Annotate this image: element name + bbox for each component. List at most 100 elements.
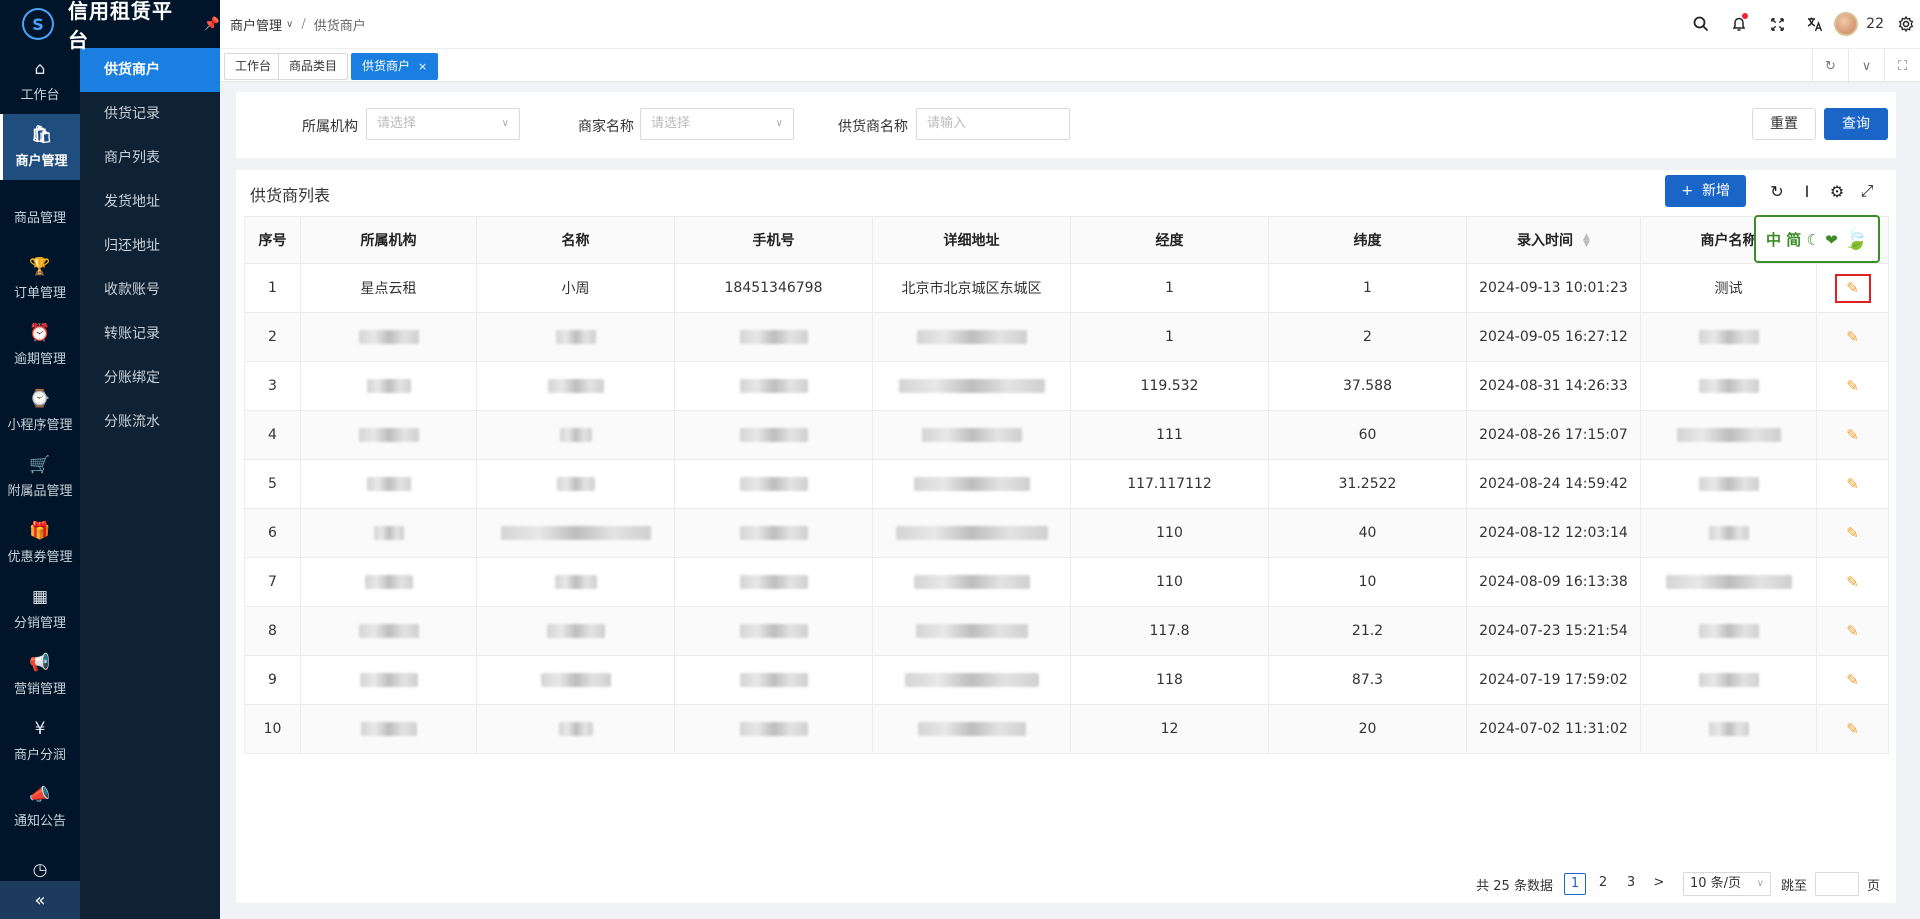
submenu-item-5[interactable]: 收款账号: [80, 268, 220, 312]
merchant-select[interactable]: 请选择 ∨: [640, 108, 794, 140]
submenu-item-6[interactable]: 转账记录: [80, 312, 220, 356]
submenu-item-4[interactable]: 归还地址: [80, 224, 220, 268]
supplier-input[interactable]: 请输入: [916, 108, 1070, 140]
redacted-text: [739, 624, 808, 638]
nav-item-4[interactable]: ⏰ 逾期管理: [0, 312, 80, 378]
nav-item-5[interactable]: ⌚ 小程序管理: [0, 378, 80, 444]
cell-merchant: [1640, 704, 1817, 754]
cell-phone: [674, 557, 873, 607]
cell-time: 2024-07-23 15:21:54: [1466, 606, 1641, 656]
redacted-text: [547, 379, 604, 393]
nav-item-3[interactable]: 🏆 订单管理: [0, 246, 80, 312]
nav-item-10[interactable]: ¥ 商户分润: [0, 708, 80, 774]
tab-0[interactable]: 工作台: [224, 53, 283, 80]
redacted-text: [500, 526, 651, 540]
edit-icon[interactable]: ✎: [1845, 378, 1861, 394]
tab-2[interactable]: 供货商户 ×: [351, 53, 439, 80]
nav-item-2[interactable]: 商品管理: [0, 180, 80, 246]
cell-name: 小周: [476, 263, 675, 313]
pin-icon[interactable]: 📌: [204, 17, 220, 32]
nav-item-11[interactable]: 📣 通知公告: [0, 774, 80, 840]
submenu-item-0[interactable]: 供货商户: [80, 48, 220, 92]
cell-org: [300, 704, 477, 754]
cell-time: 2024-09-05 16:27:12: [1466, 312, 1641, 362]
fullscreen-table-icon[interactable]: ⤢: [1852, 175, 1882, 207]
collapse-sidebar-button[interactable]: «: [0, 881, 80, 919]
edit-icon[interactable]: ✎: [1845, 476, 1861, 492]
edit-icon[interactable]: ✎: [1845, 623, 1861, 639]
page-button-1[interactable]: 1: [1563, 873, 1586, 895]
edit-icon[interactable]: ✎: [1845, 525, 1861, 541]
jump-page-input[interactable]: [1814, 872, 1859, 896]
cell-phone: [674, 361, 873, 411]
fullscreen-icon[interactable]: [1758, 0, 1796, 48]
nav-item-label: 营销管理: [13, 681, 66, 697]
cell-lat: 40: [1268, 508, 1467, 558]
search-icon[interactable]: [1682, 0, 1720, 48]
clock-icon: ◷: [32, 860, 48, 880]
edit-icon[interactable]: ✎: [1845, 672, 1861, 688]
cell-time: 2024-08-31 14:26:33: [1466, 361, 1641, 411]
redacted-text: [364, 575, 413, 589]
user-name[interactable]: 22: [1866, 16, 1884, 32]
submenu-item-2[interactable]: 商户列表: [80, 136, 220, 180]
column-header-label: 手机号: [752, 233, 795, 249]
column-settings-icon[interactable]: ⚙: [1822, 175, 1852, 207]
chevron-down-icon[interactable]: ∨: [286, 19, 293, 30]
nav-item-9[interactable]: 📢 营销管理: [0, 642, 80, 708]
nav-item-6[interactable]: 🛒 附属品管理: [0, 444, 80, 510]
refresh-icon[interactable]: ↻: [1762, 175, 1792, 207]
edit-icon[interactable]: ✎: [1845, 329, 1861, 345]
gear-icon[interactable]: [1892, 0, 1920, 48]
page-button-3[interactable]: 3: [1620, 873, 1642, 895]
page-size-select[interactable]: 10 条/页 ∨: [1682, 872, 1771, 896]
submenu-item-3[interactable]: 发货地址: [80, 180, 220, 224]
nav-item-1[interactable]: 🛍 商户管理: [0, 114, 80, 180]
chevron-down-icon: ∨: [1756, 878, 1764, 889]
edit-icon[interactable]: ✎: [1845, 427, 1861, 443]
nav-item-0[interactable]: ⌂ 工作台: [0, 48, 80, 114]
cell-lng: 110: [1070, 557, 1269, 607]
add-label: 新增: [1702, 183, 1730, 199]
breadcrumb-current: 供货商户: [313, 18, 366, 34]
nav-item-label: 优惠券管理: [7, 549, 73, 565]
submenu-item-7[interactable]: 分账绑定: [80, 356, 220, 400]
cell-lng: 117.117112: [1070, 459, 1269, 509]
refresh-tab-icon[interactable]: ↻: [1812, 49, 1848, 83]
org-select[interactable]: 请选择 ∨: [366, 108, 520, 140]
cell-lat: 1: [1268, 263, 1467, 313]
submenu-item-8[interactable]: 分账流水: [80, 400, 220, 444]
cart-icon: 🛒: [29, 454, 51, 475]
edit-icon[interactable]: ✎: [1845, 721, 1861, 737]
edit-icon[interactable]: ✎: [1845, 280, 1861, 296]
add-supplier-button[interactable]: + 新增: [1665, 175, 1746, 207]
avatar[interactable]: [1834, 12, 1859, 36]
tab-1[interactable]: 商品类目: [278, 53, 349, 80]
nav-item-7[interactable]: 🎁 优惠券管理: [0, 510, 80, 576]
next-page-button[interactable]: >: [1648, 873, 1670, 895]
cell-addr: [872, 459, 1071, 509]
edit-icon[interactable]: ✎: [1845, 574, 1861, 590]
cell-no: 1: [244, 263, 301, 313]
column-header-7[interactable]: 录入时间 ▲ ▼: [1466, 216, 1641, 264]
page-button-2[interactable]: 2: [1592, 873, 1614, 895]
submenu-item-1[interactable]: 供货记录: [80, 92, 220, 136]
sort-icon[interactable]: ▲ ▼: [1583, 233, 1590, 249]
close-icon[interactable]: ×: [418, 60, 427, 73]
redacted-text: [904, 673, 1039, 687]
tabs-dropdown-icon[interactable]: ∨: [1848, 49, 1884, 83]
column-header-label: 序号: [258, 233, 287, 249]
column-height-icon[interactable]: Ⅰ: [1792, 175, 1822, 207]
list-tools: + 新增 ↻ Ⅰ ⚙ ⤢: [1665, 175, 1882, 207]
breadcrumb-parent[interactable]: 商户管理: [230, 15, 282, 34]
supplier-table: 序号 所属机构 名称 手机号 详细地址 经度 纬度 录入时间 ▲ ▼ 商户名称 1 星点云租 小周 184…: [244, 216, 1889, 754]
search-button[interactable]: 查询: [1824, 108, 1888, 140]
nav-item-8[interactable]: ▦ 分销管理: [0, 576, 80, 642]
translate-icon[interactable]: [1796, 0, 1834, 48]
bell-icon[interactable]: [1720, 0, 1758, 48]
nav-item-label: 商户分润: [13, 747, 66, 763]
ime-toolbar[interactable]: 中 简 ☾ ❤ 🍃: [1754, 215, 1880, 263]
redacted-text: [898, 379, 1045, 393]
reset-button[interactable]: 重置: [1752, 108, 1816, 140]
maximize-icon[interactable]: ⛶: [1884, 49, 1920, 83]
